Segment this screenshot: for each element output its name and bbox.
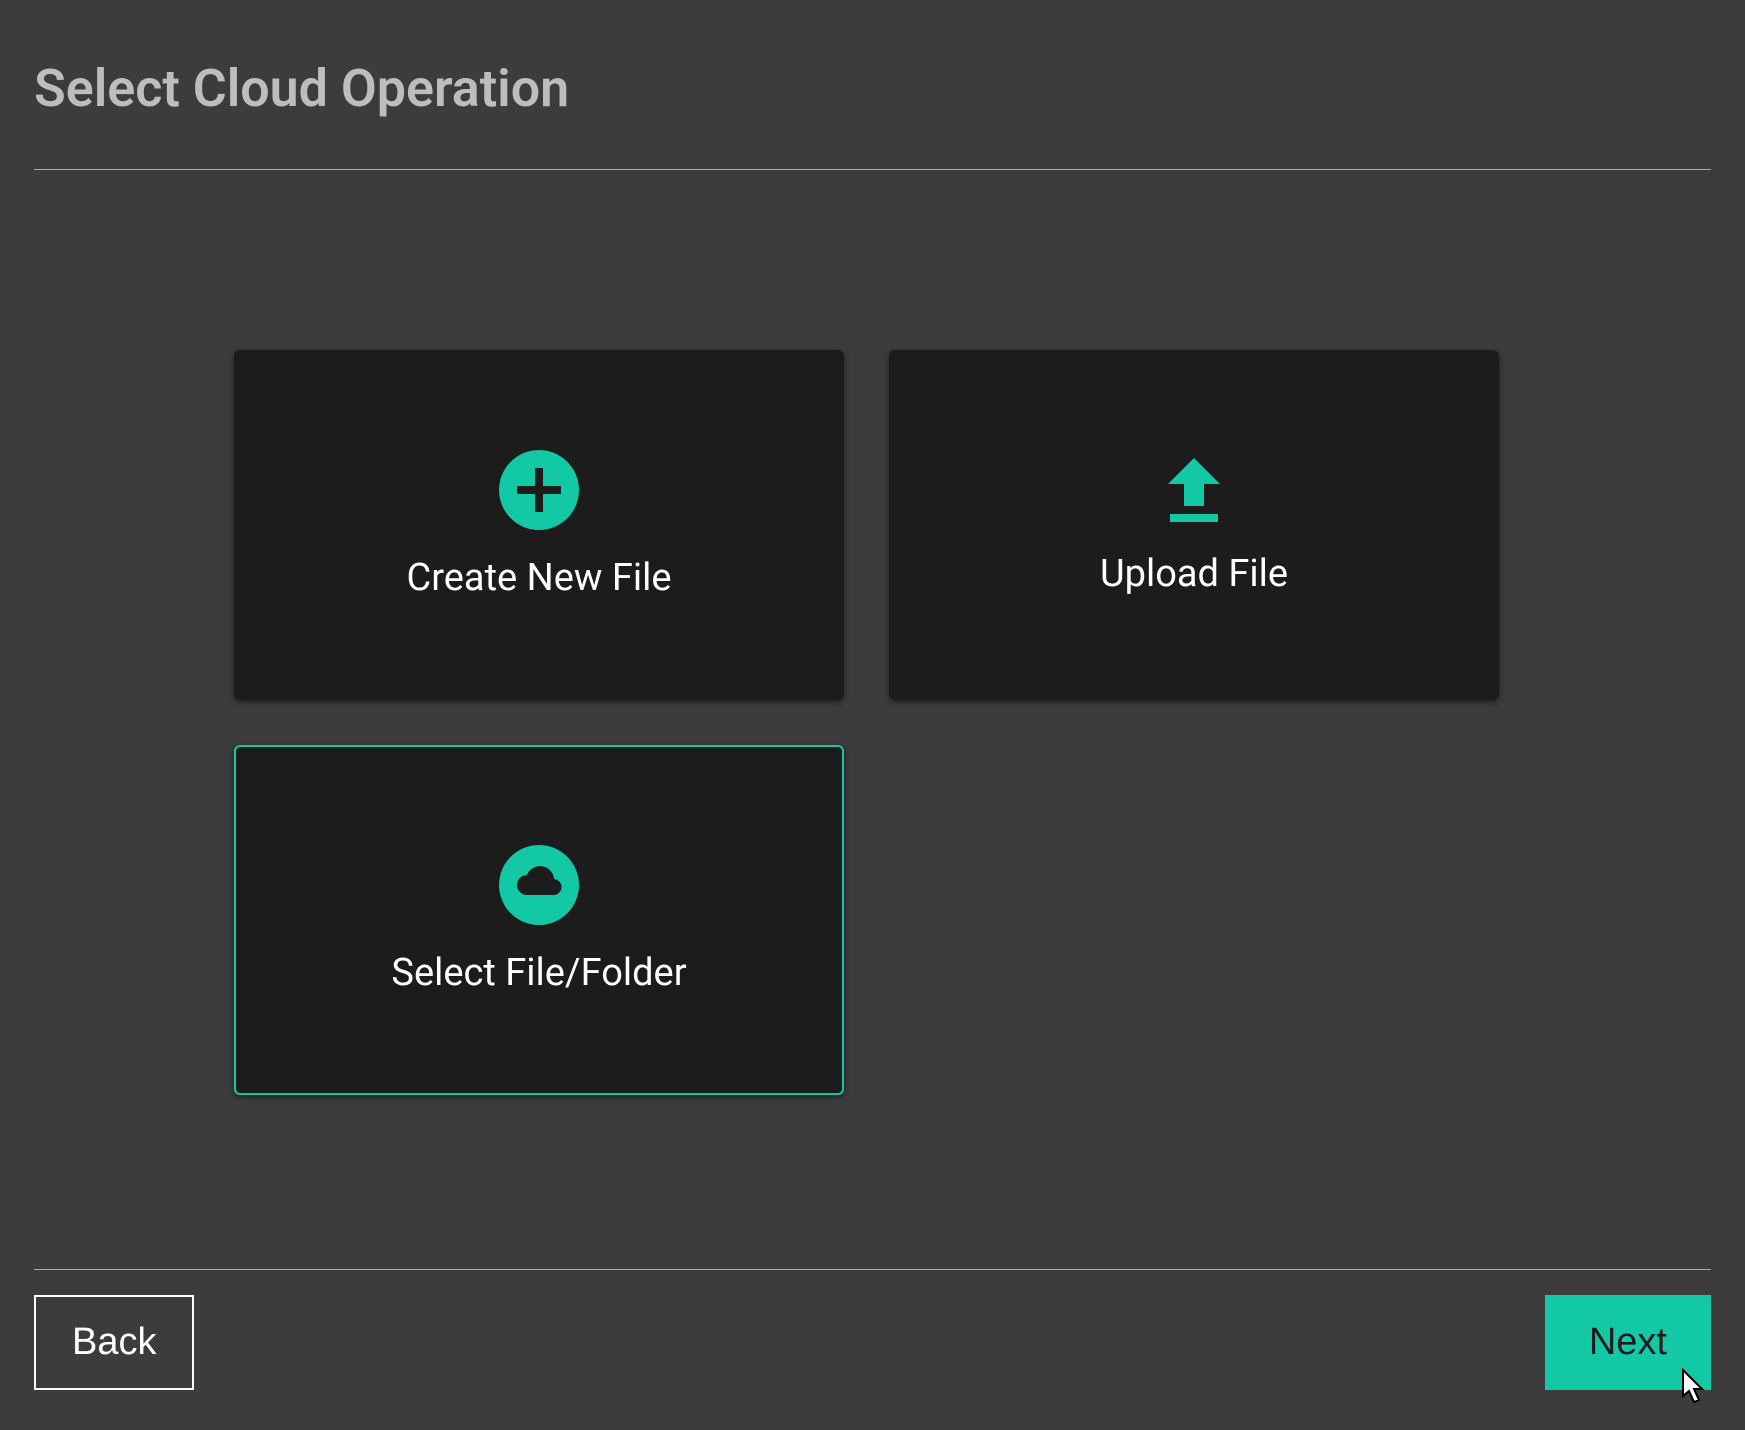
page-title: Select Cloud Operation: [34, 58, 1711, 119]
next-button[interactable]: Next: [1545, 1295, 1711, 1390]
footer: Back Next: [34, 1295, 1711, 1390]
card-label: Upload File: [1100, 552, 1288, 596]
cards-grid: Create New File Upload File Select File/…: [234, 350, 1711, 1095]
card-label: Create New File: [407, 556, 672, 600]
back-button[interactable]: Back: [34, 1295, 194, 1390]
card-upload-file[interactable]: Upload File: [889, 350, 1499, 700]
upload-icon: [1158, 454, 1230, 526]
footer-divider: [34, 1269, 1711, 1270]
card-label: Select File/Folder: [391, 951, 686, 995]
plus-circle-icon: [499, 450, 579, 530]
card-select-file-folder[interactable]: Select File/Folder: [234, 745, 844, 1095]
header-divider: [34, 169, 1711, 170]
cloud-circle-icon: [499, 845, 579, 925]
card-create-new-file[interactable]: Create New File: [234, 350, 844, 700]
